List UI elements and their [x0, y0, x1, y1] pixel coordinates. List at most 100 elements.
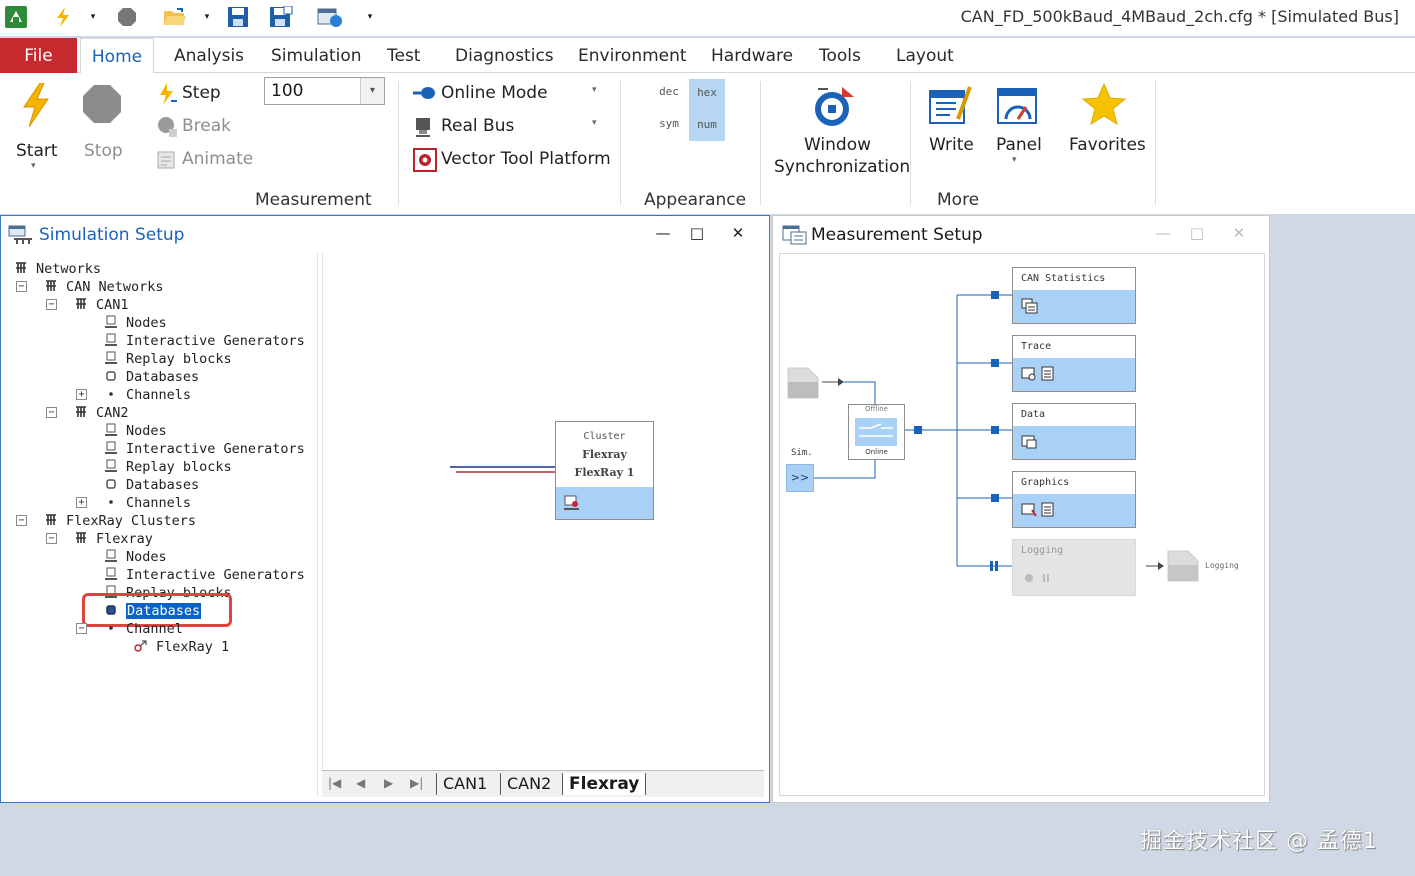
- sheet-tab-can2[interactable]: CAN2: [500, 773, 557, 795]
- tab-home[interactable]: Home: [80, 38, 154, 74]
- tree-node-flexray-1[interactable]: FlexRay 1: [134, 638, 229, 656]
- save-all-icon[interactable]: [268, 6, 294, 28]
- logging-file-icon[interactable]: [1166, 547, 1202, 583]
- sheet-tab-can1[interactable]: CAN1: [436, 773, 493, 795]
- trace-block[interactable]: Trace: [1012, 335, 1136, 392]
- vector-tool-platform-button[interactable]: Vector Tool Platform: [410, 147, 611, 173]
- sym-toggle[interactable]: sym: [652, 117, 686, 141]
- tab-file[interactable]: File: [0, 38, 77, 73]
- next-sheet-button[interactable]: ▶: [384, 776, 393, 790]
- stop-button[interactable]: Stop: [78, 79, 128, 169]
- tab-layout[interactable]: Layout: [886, 38, 964, 73]
- maximize-button[interactable]: □: [1187, 224, 1207, 242]
- save-icon[interactable]: [226, 6, 250, 28]
- window-synchronization-button[interactable]: Window Synchronization: [770, 79, 910, 179]
- start-button[interactable]: Start ▾: [8, 79, 62, 179]
- first-sheet-button[interactable]: |◀: [328, 776, 341, 790]
- favorites-button[interactable]: Favorites: [1062, 79, 1146, 169]
- dropdown-icon[interactable]: ▾: [200, 6, 214, 28]
- close-button[interactable]: ✕: [728, 224, 748, 242]
- collapse-icon[interactable]: −: [46, 533, 57, 544]
- tab-analysis[interactable]: Analysis: [164, 38, 254, 73]
- minimize-button[interactable]: —: [653, 224, 673, 242]
- collapse-icon[interactable]: −: [46, 407, 57, 418]
- tree-node-databases[interactable]: Databases: [104, 368, 199, 386]
- tab-hardware[interactable]: Hardware: [701, 38, 803, 73]
- tab-environment[interactable]: Environment: [568, 38, 697, 73]
- last-sheet-button[interactable]: ▶|: [410, 776, 423, 790]
- combobox-arrow-icon[interactable]: ▾: [360, 78, 384, 104]
- app-icon[interactable]: [3, 6, 29, 28]
- open-folder-icon[interactable]: [162, 6, 188, 28]
- collapse-icon[interactable]: −: [76, 623, 87, 634]
- tab-test[interactable]: Test: [377, 38, 430, 73]
- tree-node-interactive-generators[interactable]: Interactive Generators: [104, 566, 305, 584]
- start-label: Start: [16, 141, 58, 161]
- tree-node-channel[interactable]: Channel: [104, 620, 183, 638]
- expand-icon[interactable]: +: [76, 497, 87, 508]
- online-offline-switch[interactable]: Offline Online: [848, 404, 905, 460]
- tree-node-channels[interactable]: Channels: [104, 386, 191, 404]
- measurement-setup-titlebar[interactable]: Measurement Setup — □ ✕: [773, 216, 1269, 252]
- tree-node-replay-blocks[interactable]: Replay blocks: [104, 458, 232, 476]
- minimize-button[interactable]: —: [1153, 224, 1173, 242]
- stop-quick-icon[interactable]: [116, 6, 138, 28]
- measurement-diagram[interactable]: Offline Online Sim. >> CAN Statistics Tr…: [779, 253, 1265, 796]
- sheet-tab-flexray[interactable]: Flexray: [562, 773, 647, 795]
- hex-toggle[interactable]: hex: [689, 79, 725, 109]
- trace-label: Trace: [1021, 341, 1052, 352]
- tree-node-nodes[interactable]: Nodes: [104, 314, 167, 332]
- bus-diagram-canvas[interactable]: Cluster Flexray FlexRay 1: [322, 253, 764, 770]
- customize-quick-access-icon[interactable]: ▾: [362, 6, 378, 28]
- measurement-setup-window: Measurement Setup — □ ✕ Offline Online S…: [772, 215, 1270, 803]
- expand-icon[interactable]: +: [76, 389, 87, 400]
- animate-button[interactable]: Animate: [155, 147, 255, 173]
- simulation-setup-titlebar[interactable]: Simulation Setup — □ ✕: [1, 216, 769, 252]
- step-button[interactable]: Step: [155, 81, 255, 107]
- channel-icon: [109, 500, 113, 504]
- tree-node-can1[interactable]: CAN1: [74, 296, 129, 314]
- tree-node-can-networks[interactable]: CAN Networks: [44, 278, 164, 296]
- start-quick-icon[interactable]: [52, 6, 74, 28]
- ribbon-separator: [760, 81, 761, 205]
- configuration-icon[interactable]: [316, 6, 344, 28]
- graphics-block[interactable]: Graphics: [1012, 471, 1136, 528]
- panel-button[interactable]: Panel ▾: [990, 79, 1046, 179]
- dec-toggle[interactable]: dec: [652, 85, 686, 109]
- tree-node-can2[interactable]: CAN2: [74, 404, 129, 422]
- tree-node-flexray[interactable]: Flexray: [74, 530, 153, 548]
- tree-node-networks[interactable]: Networks: [14, 260, 101, 278]
- break-button[interactable]: Break: [155, 114, 255, 140]
- tree-node-nodes[interactable]: Nodes: [104, 422, 167, 440]
- maximize-button[interactable]: □: [687, 224, 707, 242]
- step-count-combobox[interactable]: 100 ▾: [264, 77, 385, 105]
- online-mode-button[interactable]: Online Mode ▾: [410, 81, 608, 107]
- tab-tools[interactable]: Tools: [809, 38, 871, 73]
- tree-node-databases[interactable]: Databases: [104, 476, 199, 494]
- tab-simulation[interactable]: Simulation: [261, 38, 372, 73]
- collapse-icon[interactable]: −: [46, 299, 57, 310]
- close-button[interactable]: ✕: [1229, 224, 1249, 242]
- real-bus-button[interactable]: Real Bus ▾: [410, 114, 608, 140]
- tree-node-interactive-generators[interactable]: Interactive Generators: [104, 440, 305, 458]
- cluster-node-box[interactable]: Cluster Flexray FlexRay 1: [555, 421, 654, 520]
- collapse-icon[interactable]: −: [16, 515, 27, 526]
- network-tree[interactable]: Networks − CAN Networks − CAN1 Nodes Int…: [6, 253, 318, 797]
- sim-button[interactable]: >>: [786, 464, 814, 492]
- tree-node-replay-blocks[interactable]: Replay blocks: [104, 350, 232, 368]
- data-block[interactable]: Data: [1012, 403, 1136, 460]
- logging-block[interactable]: Logging: [1012, 539, 1136, 596]
- num-toggle[interactable]: num: [689, 109, 725, 141]
- dropdown-icon[interactable]: ▾: [86, 6, 100, 28]
- tree-node-flexray-clusters[interactable]: FlexRay Clusters: [44, 512, 196, 530]
- can-statistics-block[interactable]: CAN Statistics: [1012, 267, 1136, 324]
- tab-diagnostics[interactable]: Diagnostics: [445, 38, 564, 73]
- tree-node-channels[interactable]: Channels: [104, 494, 191, 512]
- collapse-icon[interactable]: −: [16, 281, 27, 292]
- tree-node-nodes[interactable]: Nodes: [104, 548, 167, 566]
- prev-sheet-button[interactable]: ◀: [356, 776, 365, 790]
- write-button[interactable]: Write: [920, 79, 980, 169]
- tree-node-interactive-generators[interactable]: Interactive Generators: [104, 332, 305, 350]
- panel-dropdown-icon: ▾: [1012, 155, 1017, 165]
- offline-source-icon[interactable]: [786, 364, 822, 400]
